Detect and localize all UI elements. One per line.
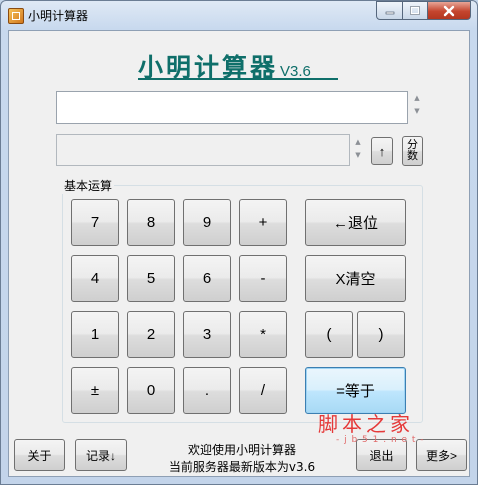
history-button[interactable]: 记录↓ [75, 439, 127, 471]
key-plus[interactable]: + [239, 199, 287, 246]
close-icon [443, 5, 455, 16]
window-title: 小明计算器 [28, 9, 89, 23]
about-button[interactable]: 关于 [14, 439, 65, 471]
spin-up-icon[interactable]: ▲ [411, 94, 423, 107]
key-2[interactable]: 2 [127, 311, 175, 358]
spin-up-icon[interactable]: ▲ [352, 138, 364, 151]
key-right-paren[interactable]: ) [357, 311, 405, 358]
up-arrow-button[interactable]: ↑ [371, 137, 393, 165]
key-5[interactable]: 5 [127, 255, 175, 302]
title-bar[interactable]: 小明计算器 [0, 0, 478, 30]
key-0[interactable]: 0 [127, 367, 175, 414]
clear-button[interactable]: X清空 [305, 255, 406, 302]
watermark: 脚本之家 - j b 5 1 . n e t - [318, 408, 424, 445]
equals-button[interactable]: =等于 [305, 367, 406, 414]
spin-down-icon[interactable]: ▼ [352, 151, 364, 164]
key-1[interactable]: 1 [71, 311, 119, 358]
key-multiply[interactable]: * [239, 311, 287, 358]
minimize-icon [385, 11, 394, 14]
key-sign[interactable]: ± [71, 367, 119, 414]
key-8[interactable]: 8 [127, 199, 175, 246]
minimize-button[interactable] [376, 1, 403, 20]
key-7[interactable]: 7 [71, 199, 119, 246]
key-3[interactable]: 3 [183, 311, 231, 358]
brand-underline [138, 78, 338, 80]
version-status-text: 当前服务器最新版本为v3.6 [168, 460, 316, 474]
key-divide[interactable]: / [239, 367, 287, 414]
watermark-text: 脚本之家 [318, 412, 414, 436]
app-icon [8, 8, 24, 24]
main-display-spinner[interactable]: ▲ ▼ [411, 94, 423, 120]
basic-operations-label: 基本运算 [62, 177, 115, 194]
maximize-button[interactable] [402, 1, 428, 20]
key-4[interactable]: 4 [71, 255, 119, 302]
main-display-input[interactable] [56, 91, 408, 124]
key-9[interactable]: 9 [183, 199, 231, 246]
key-left-paren[interactable]: ( [305, 311, 353, 358]
fraction-button[interactable]: 分 数 [402, 136, 423, 166]
close-button[interactable] [427, 1, 471, 20]
watermark-url: - j b 5 1 . n e t - [336, 435, 425, 445]
fraction-label-2: 数 [407, 150, 418, 162]
backspace-button[interactable]: ←退位 [305, 199, 406, 246]
secondary-display-spinner[interactable]: ▲ ▼ [352, 138, 364, 164]
key-minus[interactable]: - [239, 255, 287, 302]
key-6[interactable]: 6 [183, 255, 231, 302]
maximize-icon [410, 5, 420, 15]
spin-down-icon[interactable]: ▼ [411, 107, 423, 120]
secondary-display-input[interactable] [56, 134, 350, 166]
key-dot[interactable]: . [183, 367, 231, 414]
welcome-text: 欢迎使用小明计算器 [187, 443, 296, 457]
